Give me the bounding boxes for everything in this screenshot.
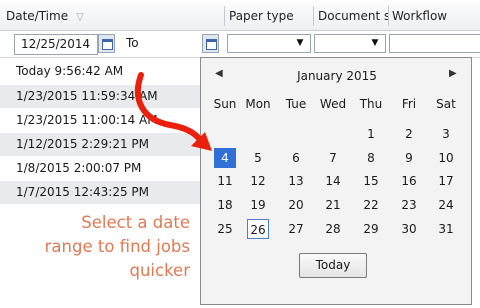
pointer-arrow (134, 72, 212, 151)
arrow-shaft (134, 72, 203, 143)
